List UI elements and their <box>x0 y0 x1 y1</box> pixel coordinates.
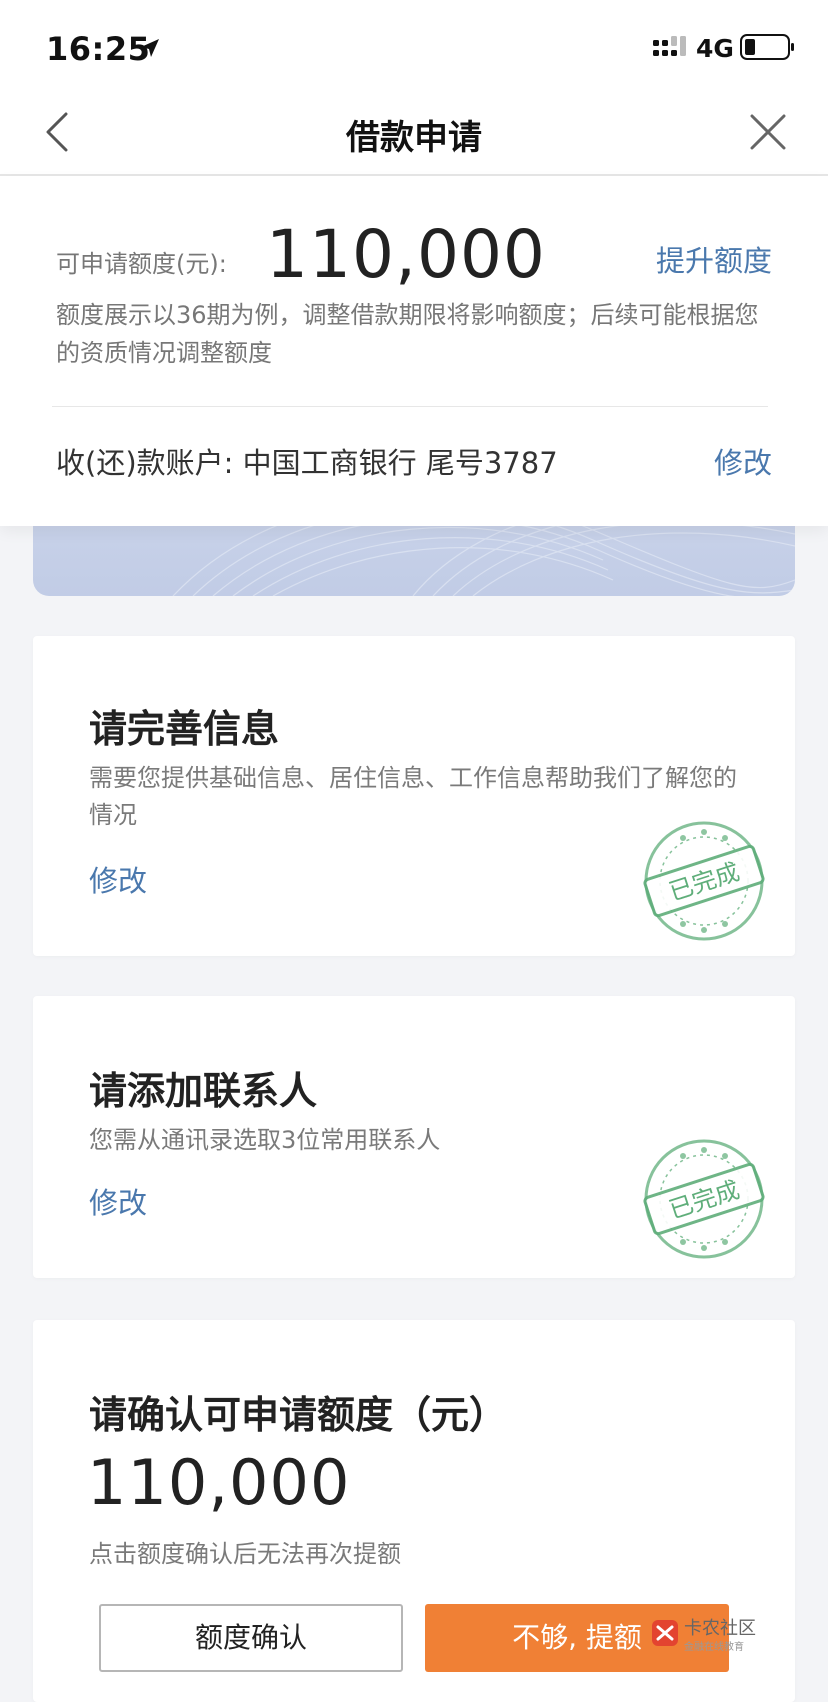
watermark-logo-icon <box>652 1620 678 1646</box>
completed-stamp-icon: 已完成 <box>643 1139 765 1259</box>
limit-panel: 可申请额度(元): 110,000 提升额度 额度展示以36期为例，调整借款期限… <box>0 176 828 526</box>
status-time: 16:25 <box>46 30 151 68</box>
contacts-edit-link[interactable]: 修改 <box>89 1180 147 1222</box>
close-icon[interactable] <box>748 112 788 152</box>
complete-info-card: 请完善信息 需要您提供基础信息、居住信息、工作信息帮助我们了解您的情况 修改 已… <box>33 636 795 956</box>
info-edit-link[interactable]: 修改 <box>89 858 147 900</box>
divider <box>52 406 768 407</box>
confirm-limit-button[interactable]: 额度确认 <box>99 1604 403 1672</box>
account-label: 收(还)款账户: 中国工商银行 尾号3787 <box>56 446 558 480</box>
raise-limit-link[interactable]: 提升额度 <box>656 238 772 280</box>
signal-icon <box>653 36 686 56</box>
watermark-sub: 金融在线教育 <box>684 1642 744 1653</box>
card-title: 请完善信息 <box>89 707 280 751</box>
nav-bar: 借款申请 <box>0 88 828 176</box>
confirm-limit-value: 110,000 <box>87 1446 351 1519</box>
available-limit-value: 110,000 <box>266 216 546 293</box>
account-edit-link[interactable]: 修改 <box>714 440 772 482</box>
completed-stamp-icon: 已完成 <box>643 821 765 941</box>
confirm-note: 点击额度确认后无法再次提额 <box>89 1540 401 1568</box>
limit-note: 额度展示以36期为例，调整借款期限将影响额度；后续可能根据您的资质情况调整额度 <box>56 301 759 367</box>
page-title: 借款申请 <box>346 118 482 158</box>
add-contacts-card: 请添加联系人 您需从通讯录选取3位常用联系人 修改 已完成 <box>33 996 795 1278</box>
battery-icon <box>740 34 794 60</box>
network-type: 4G <box>696 34 734 63</box>
watermark-name: 卡农社区 <box>684 1618 756 1639</box>
status-bar: 16:25 4G <box>0 0 828 88</box>
location-arrow-icon <box>141 39 159 57</box>
watermark: 卡农社区 金融在线教育 <box>650 1612 770 1658</box>
available-limit-label: 可申请额度(元): <box>56 250 227 278</box>
card-title: 请确认可申请额度（元） <box>89 1393 508 1437</box>
card-title: 请添加联系人 <box>89 1069 318 1113</box>
